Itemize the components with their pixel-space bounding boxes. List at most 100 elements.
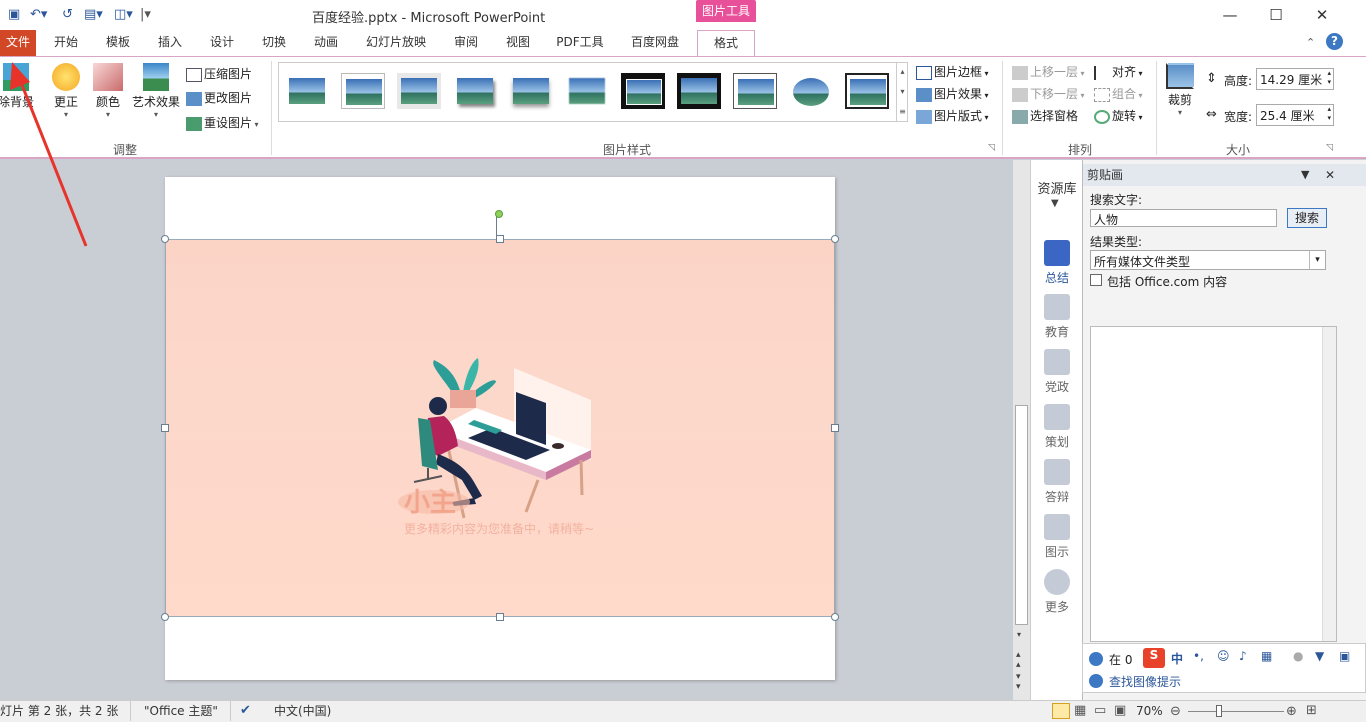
size-dialog-launcher-icon[interactable]: ◹ (1326, 143, 1333, 153)
resource-item-summary[interactable]: 总结 (1031, 240, 1083, 286)
reading-view-icon[interactable]: ▭ (1094, 701, 1106, 721)
resize-handle-nw[interactable] (161, 235, 169, 243)
picture-style-3[interactable] (397, 73, 441, 109)
language-indicator[interactable]: 中文(中国) (274, 701, 331, 721)
zoom-slider-thumb[interactable] (1216, 705, 1222, 717)
resource-dropdown-icon[interactable]: ▼ (1051, 198, 1059, 209)
resource-item-planning[interactable]: 策划 (1031, 404, 1083, 450)
collapse-ribbon-icon[interactable]: ⌃ (1306, 36, 1315, 49)
resize-handle-s[interactable] (496, 613, 504, 621)
width-spinner-icon[interactable]: ▴ ▾ (1327, 105, 1331, 123)
clip-results-area[interactable] (1090, 326, 1337, 642)
include-office-checkbox[interactable] (1090, 274, 1102, 286)
zoom-in-icon[interactable]: ⊕ (1286, 702, 1297, 722)
bring-forward-button[interactable]: 上移一层 ▾ (1012, 63, 1085, 80)
redo-icon[interactable]: ↺ (62, 7, 73, 22)
tab-template[interactable]: 模板 (100, 30, 136, 57)
ime-voice-icon[interactable]: ♪ (1239, 649, 1247, 663)
tab-review[interactable]: 审阅 (448, 30, 484, 57)
zoom-level[interactable]: 70% (1136, 701, 1163, 721)
zoom-out-icon[interactable]: ⊖ (1170, 702, 1181, 722)
tab-pdf-tools[interactable]: PDF工具 (552, 30, 608, 57)
change-picture-button[interactable]: 更改图片 (186, 89, 252, 106)
clip-search-input[interactable]: 人物 (1090, 209, 1277, 227)
width-input[interactable]: 25.4 厘米 ▴ ▾ (1256, 104, 1334, 126)
picture-style-7[interactable] (621, 73, 665, 109)
tab-view[interactable]: 视图 (500, 30, 536, 57)
height-spinner-icon[interactable]: ▴ ▾ (1327, 69, 1331, 87)
undo-icon[interactable]: ↶▾ (30, 7, 47, 22)
fit-to-window-icon[interactable]: ⊞ (1306, 701, 1317, 721)
scrollbar-thumb[interactable] (1015, 405, 1028, 625)
resize-handle-se[interactable] (831, 613, 839, 621)
selection-pane-button[interactable]: 选择窗格 (1012, 107, 1078, 124)
slideshow-icon[interactable]: ▤▾ (84, 7, 103, 22)
ime-toolbox-icon[interactable]: ▣ (1339, 649, 1350, 663)
close-pane-icon[interactable]: ✕ (1325, 164, 1335, 186)
tab-file[interactable]: 文件 (0, 30, 36, 57)
picture-style-6[interactable] (565, 73, 609, 109)
editor-scrollbar[interactable]: ▾ ▴ ▴ ▾ ▾ (1013, 160, 1030, 700)
normal-view-icon[interactable] (1052, 703, 1070, 719)
tab-format[interactable]: 格式 (697, 30, 755, 57)
rotate-handle[interactable] (495, 210, 503, 218)
align-button[interactable]: 对齐 ▾ (1094, 63, 1143, 80)
minimize-button[interactable]: — (1210, 4, 1250, 26)
clip-results-scrollbar[interactable] (1322, 327, 1336, 641)
tab-baidu-netdisk[interactable]: 百度网盘 (624, 30, 686, 57)
picture-layout-button[interactable]: 图片版式 ▾ (916, 107, 989, 124)
resource-item-education[interactable]: 教育 (1031, 294, 1083, 340)
resize-handle-sw[interactable] (161, 613, 169, 621)
resource-item-more[interactable]: 更多 (1031, 569, 1083, 615)
picture-style-1[interactable] (285, 73, 329, 109)
maximize-button[interactable]: ☐ (1256, 4, 1296, 26)
tab-transitions[interactable]: 切换 (256, 30, 292, 57)
next-slide-icon[interactable]: ▾ ▾ (1016, 672, 1021, 692)
tab-home[interactable]: 开始 (48, 30, 84, 57)
zoom-slider[interactable] (1188, 711, 1284, 712)
clip-search-button[interactable]: 搜索 (1287, 208, 1327, 228)
tab-insert[interactable]: 插入 (152, 30, 188, 57)
resize-handle-ne[interactable] (831, 235, 839, 243)
gallery-scroll[interactable]: ▴ ▾ ≡ (896, 62, 908, 122)
height-input[interactable]: 14.29 厘米 ▴ ▾ (1256, 68, 1334, 90)
picture-style-2[interactable] (341, 73, 385, 109)
spellcheck-icon[interactable]: ✔ (240, 701, 251, 721)
resize-handle-e[interactable] (831, 424, 839, 432)
picture-style-9[interactable] (733, 73, 777, 109)
customize-qat-icon[interactable]: |▾ (140, 7, 151, 22)
sogou-ime-icon[interactable]: S (1143, 648, 1165, 668)
tab-animations[interactable]: 动画 (308, 30, 344, 57)
slideshow-view-icon[interactable]: ▣ (1114, 701, 1126, 721)
resource-item-diagram[interactable]: 图示 (1031, 514, 1083, 560)
group-button[interactable]: 组合 ▾ (1094, 85, 1143, 102)
scroll-down-icon[interactable]: ▾ (1017, 630, 1021, 639)
ime-keyboard-icon[interactable]: ▦ (1261, 649, 1272, 663)
resize-handle-n[interactable] (496, 235, 504, 243)
help-icon[interactable]: ? (1326, 33, 1343, 50)
ime-user-icon[interactable]: ● (1293, 649, 1303, 663)
save-icon[interactable]: ▣ (8, 7, 20, 22)
close-window-button[interactable]: ✕ (1302, 4, 1342, 26)
ime-punct-icon[interactable]: •, (1193, 649, 1204, 663)
send-backward-button[interactable]: 下移一层 ▾ (1012, 85, 1085, 102)
picture-style-5[interactable] (509, 73, 553, 109)
compress-pictures-button[interactable]: 压缩图片 (186, 65, 252, 82)
styles-dialog-launcher-icon[interactable]: ◹ (988, 143, 995, 153)
crop-button[interactable]: 裁剪 ▾ (1162, 63, 1198, 117)
picture-style-8[interactable] (677, 73, 721, 109)
selected-picture[interactable]: 小主 更多精彩内容为您准备中，请稍等~ (165, 239, 835, 617)
reset-picture-button[interactable]: 重设图片 ▾ (186, 114, 259, 131)
slide-sorter-icon[interactable]: ▦ (1074, 701, 1086, 721)
tab-slideshow[interactable]: 幻灯片放映 (360, 30, 432, 57)
resource-item-government[interactable]: 党政 (1031, 349, 1083, 395)
ime-emoji-icon[interactable]: ☺ (1217, 649, 1230, 663)
resource-item-defense[interactable]: 答辩 (1031, 459, 1083, 505)
pane-options-icon[interactable]: ▼ (1301, 164, 1309, 186)
picture-style-10[interactable] (789, 73, 833, 109)
ime-chinese-mode-icon[interactable]: 中 (1171, 650, 1183, 667)
picture-style-11[interactable] (845, 73, 889, 109)
find-image-tip-link[interactable]: 查找图像提示 (1109, 673, 1181, 690)
picture-border-button[interactable]: 图片边框 ▾ (916, 63, 989, 80)
prev-slide-icon[interactable]: ▴ ▴ (1016, 650, 1021, 670)
